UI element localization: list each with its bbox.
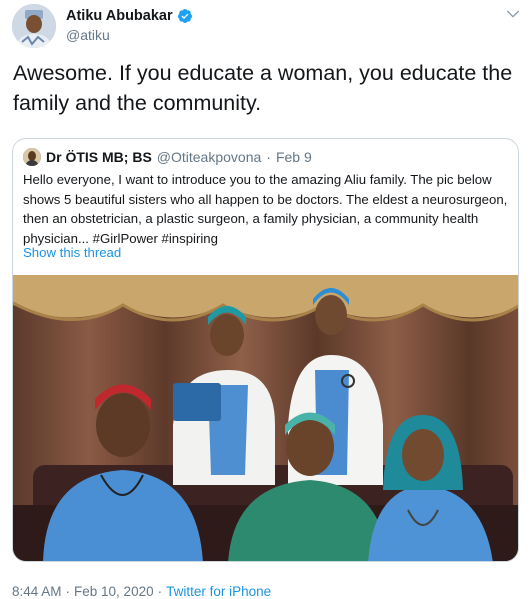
- chevron-down-icon[interactable]: [505, 6, 521, 22]
- author-avatar[interactable]: [12, 4, 56, 48]
- verified-badge-icon: [177, 9, 192, 23]
- quoted-tweet-card[interactable]: Dr ÖTIS MB; BS @Otiteakpovona · Feb 9 He…: [12, 138, 519, 562]
- quoted-tweet-text: Hello everyone, I want to introduce you …: [23, 172, 508, 246]
- tweet-container: Atiku Abubakar @atiku Awesome. If you ed…: [0, 0, 532, 599]
- quoted-author-name: Dr ÖTIS MB; BS: [46, 149, 152, 165]
- quoted-separator: ·: [266, 149, 271, 165]
- quoted-author-avatar: [23, 148, 41, 166]
- quoted-author-handle: @Otiteakpovona: [156, 149, 262, 165]
- quoted-tweet-header: Dr ÖTIS MB; BS @Otiteakpovona · Feb 9: [23, 148, 312, 166]
- author-name[interactable]: Atiku Abubakar: [66, 8, 173, 24]
- tweet-text: Awesome. If you educate a woman, you edu…: [13, 61, 513, 115]
- show-thread-link[interactable]: Show this thread: [23, 245, 121, 260]
- tweet-time[interactable]: 8:44 AM: [12, 584, 62, 599]
- author-name-row[interactable]: Atiku Abubakar: [66, 8, 193, 24]
- quoted-tweet-photo[interactable]: [13, 275, 519, 562]
- quoted-date: Feb 9: [275, 149, 312, 165]
- tweet-meta: 8:44 AM · Feb 10, 2020 · Twitter for iPh…: [12, 584, 271, 599]
- meta-separator-1: ·: [65, 584, 71, 599]
- tweet-date[interactable]: Feb 10, 2020: [74, 584, 154, 599]
- meta-separator-2: ·: [157, 584, 163, 599]
- author-handle[interactable]: @atiku: [66, 27, 110, 43]
- tweet-source-link[interactable]: Twitter for iPhone: [166, 584, 271, 599]
